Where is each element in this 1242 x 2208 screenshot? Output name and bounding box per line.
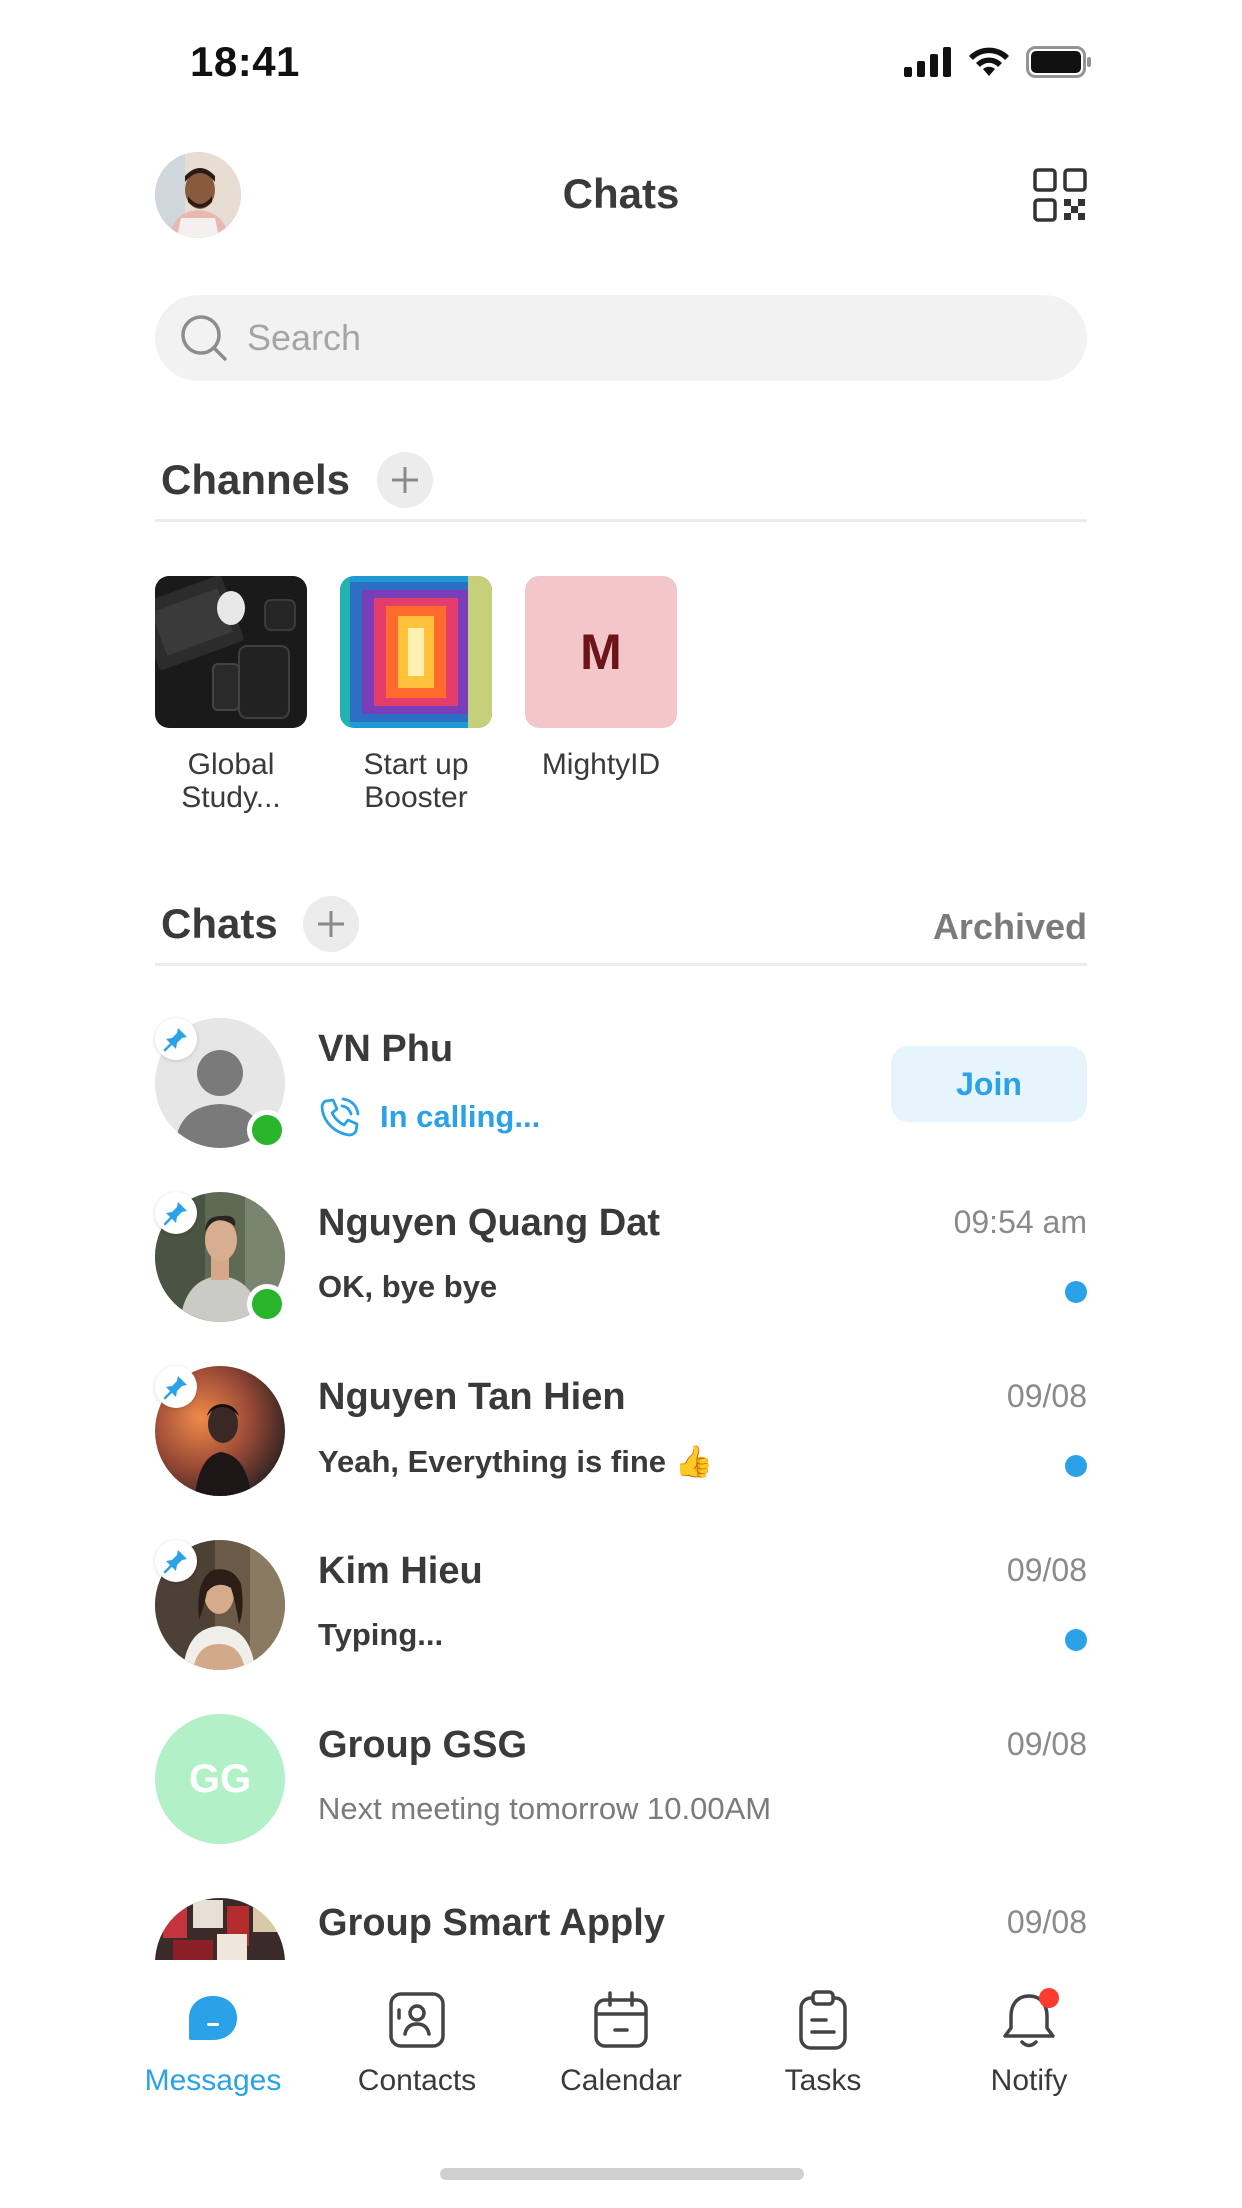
pin-badge [155, 1192, 197, 1234]
chat-row[interactable]: VN Phu In calling... Join [155, 1018, 1087, 1192]
pin-icon [163, 1028, 187, 1052]
chat-time: 09/08 [1006, 1726, 1087, 1762]
add-channel-button[interactable] [377, 452, 433, 508]
nav-label: Tasks [784, 2064, 862, 2097]
chat-preview: Typing... [318, 1617, 444, 1652]
channel-name-line2: Booster [364, 781, 468, 814]
nav-contacts[interactable]: Contacts [327, 1988, 507, 2098]
nav-label: Calendar [560, 2064, 682, 2097]
cellular-signal-icon [904, 47, 951, 77]
chat-name: VN Phu [318, 1028, 454, 1070]
chat-name: Group Smart Apply [318, 1902, 665, 1944]
pin-icon [163, 1550, 187, 1574]
archived-link[interactable]: Archived [933, 906, 1087, 948]
channel-name-line2: Study... [181, 781, 281, 814]
channel-name-line1: Global [187, 748, 275, 781]
pin-badge [155, 1366, 197, 1408]
nav-tasks[interactable]: Tasks [733, 1988, 913, 2098]
nav-label: Notify [990, 2064, 1068, 2097]
home-indicator[interactable] [440, 2168, 804, 2180]
chat-row[interactable]: Kim Hieu Typing... 09/08 [155, 1540, 1087, 1714]
search-bar[interactable] [155, 295, 1087, 381]
chat-avatar [155, 1898, 285, 1960]
channel-name-line1: Start up [363, 748, 469, 781]
chat-avatar-initials: GG [188, 1756, 252, 1801]
chat-time: 09/08 [1006, 1904, 1087, 1940]
channel-list: Global Study... Start up Booster M Might… [155, 576, 677, 814]
channel-initial: M [580, 624, 622, 680]
page-title: Chats [562, 170, 680, 217]
channel-thumbnail [340, 576, 492, 728]
chat-preview-text: In calling... [380, 1099, 541, 1134]
chat-row[interactable]: Group Smart Apply 09/08 [155, 1898, 1087, 1960]
plus-icon [392, 467, 418, 493]
nav-label: Messages [144, 2064, 282, 2097]
chat-name: Nguyen Tan Hien [318, 1376, 626, 1418]
nav-messages[interactable]: Messages [123, 1988, 303, 2098]
chat-list: VN Phu In calling... Join Nguyen Quang D… [155, 1018, 1087, 1888]
status-icons [904, 46, 1092, 78]
chat-avatar: GG [155, 1714, 285, 1844]
pin-icon [163, 1376, 187, 1400]
nav-calendar[interactable]: Calendar [531, 1988, 711, 2098]
messages-icon [181, 1988, 245, 2052]
phone-icon [320, 1097, 360, 1137]
channels-title: Channels [161, 456, 351, 503]
chat-preview: Next meeting tomorrow 10.00AM [318, 1791, 772, 1826]
unread-indicator [1065, 1281, 1087, 1303]
contacts-icon [385, 1988, 449, 2052]
nav-notify[interactable]: Notify [939, 1988, 1119, 2098]
chat-preview: Yeah, Everything is fine 👍 [318, 1444, 714, 1479]
add-chat-button[interactable] [303, 896, 359, 952]
channel-thumbnail [155, 576, 307, 728]
bell-icon [997, 1988, 1061, 2052]
pin-badge [155, 1540, 197, 1582]
chat-preview: In calling... [318, 1095, 540, 1139]
nav-label: Contacts [357, 2064, 477, 2097]
plus-icon [318, 911, 344, 937]
unread-indicator [1065, 1629, 1087, 1651]
join-call-button[interactable]: Join [891, 1046, 1087, 1122]
chat-row[interactable]: GG Group GSG Next meeting tomorrow 10.00… [155, 1714, 1087, 1888]
qr-code-button[interactable] [1033, 168, 1087, 222]
pin-badge [155, 1018, 197, 1060]
chat-time: 09:54 am [953, 1204, 1087, 1240]
clipboard-icon [791, 1988, 855, 2052]
chat-row[interactable]: Nguyen Quang Dat OK, bye bye 09:54 am [155, 1192, 1087, 1366]
channel-item[interactable]: Global Study... [155, 576, 307, 814]
channels-header: Channels [155, 452, 1087, 522]
online-indicator [247, 1284, 287, 1324]
chat-preview: OK, bye bye [318, 1269, 498, 1304]
battery-icon [1026, 46, 1091, 78]
channel-item[interactable]: M MightyID [525, 576, 677, 814]
chats-title: Chats [161, 900, 278, 947]
status-time: 18:41 [190, 38, 300, 85]
chat-name: Nguyen Quang Dat [318, 1202, 661, 1244]
unread-indicator [1065, 1455, 1087, 1477]
qr-code-icon [1033, 168, 1087, 222]
search-input[interactable] [247, 317, 1027, 359]
online-indicator [247, 1110, 287, 1150]
channel-item[interactable]: Start up Booster [340, 576, 492, 814]
channel-name-line1: MightyID [541, 748, 661, 781]
calendar-icon [589, 1988, 653, 2052]
header: Chats [155, 150, 1087, 240]
chat-name: Group GSG [318, 1724, 527, 1766]
chat-row[interactable]: Nguyen Tan Hien Yeah, Everything is fine… [155, 1366, 1087, 1540]
notification-badge [1039, 1988, 1059, 2008]
status-bar: 18:41 [0, 0, 1242, 126]
chats-header: Chats Archived [155, 896, 1087, 966]
chat-time: 09/08 [1006, 1378, 1087, 1414]
pin-icon [163, 1202, 187, 1226]
chat-time: 09/08 [1006, 1552, 1087, 1588]
search-icon [181, 315, 227, 361]
profile-avatar[interactable] [155, 152, 241, 238]
chat-name: Kim Hieu [318, 1550, 483, 1592]
wifi-icon [969, 47, 1009, 76]
channel-thumbnail: M [525, 576, 677, 728]
